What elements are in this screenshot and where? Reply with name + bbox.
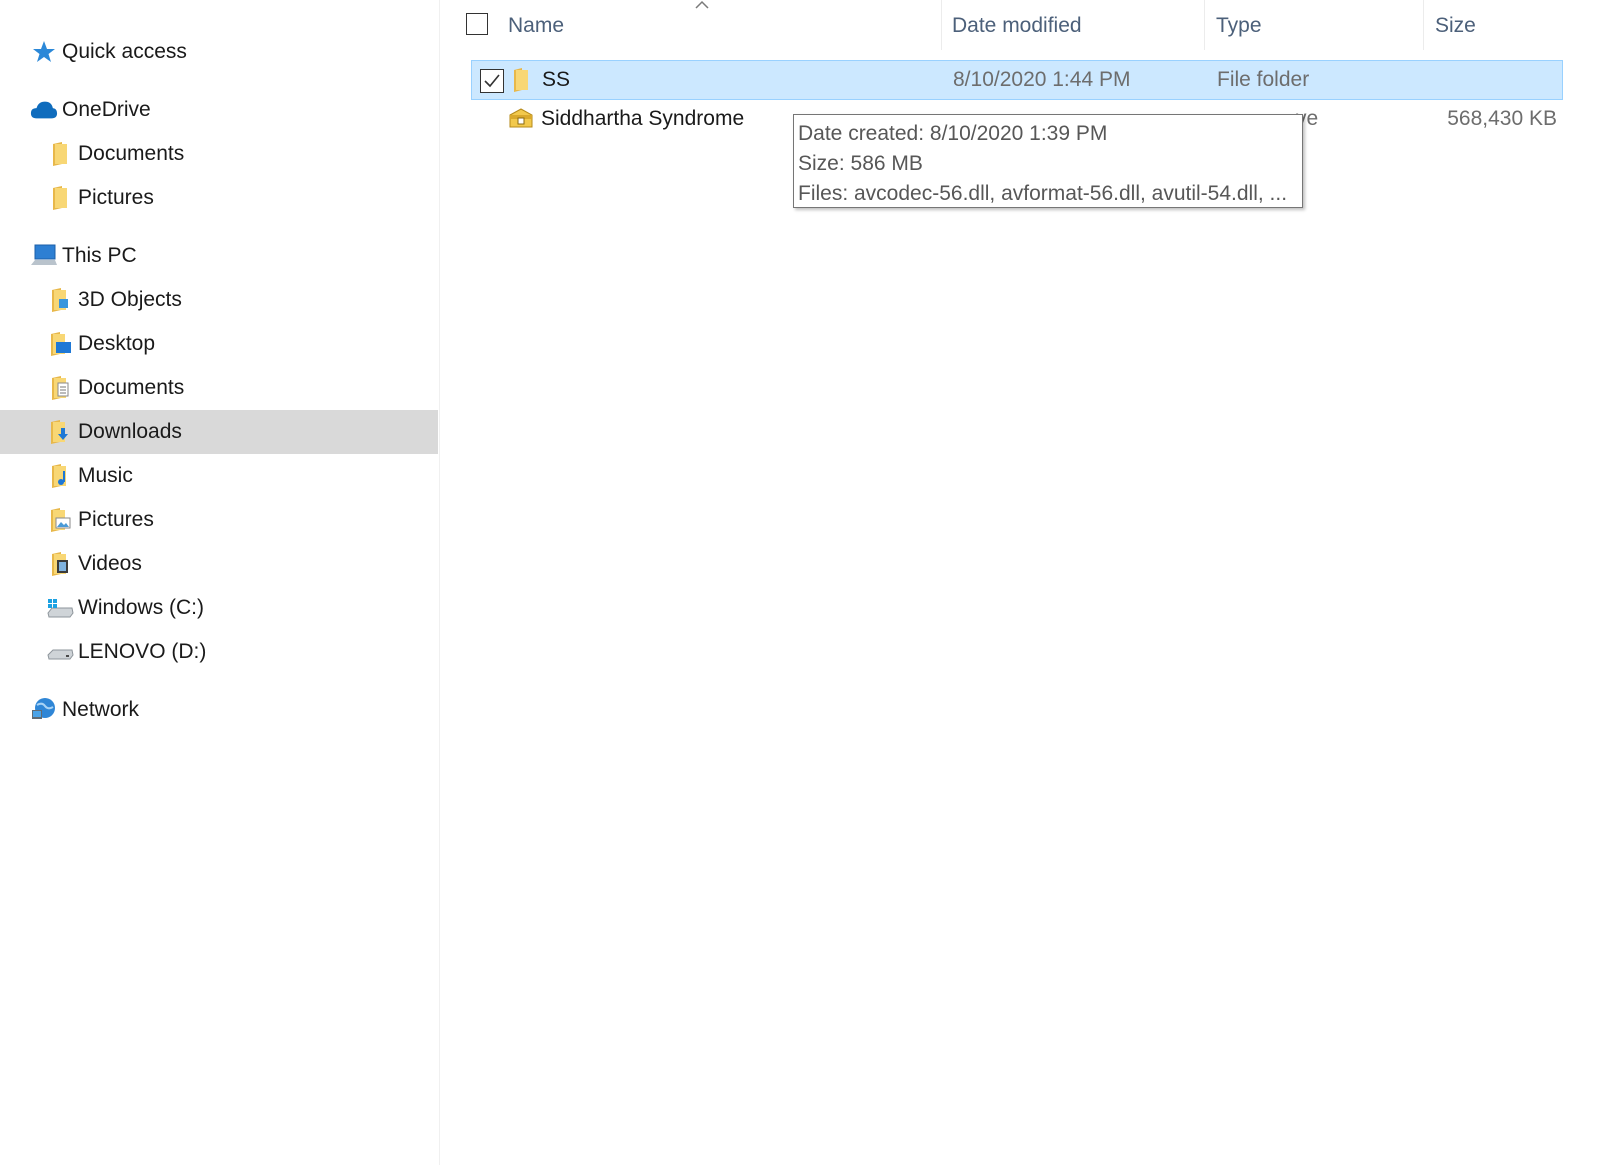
tooltip-date-created: Date created: 8/10/2020 1:39 PM [798,122,1108,145]
column-divider[interactable] [1423,0,1424,50]
star-icon [30,38,58,66]
nav-label: Pictures [78,186,154,209]
column-header-type[interactable]: Type [1216,0,1416,52]
file-row[interactable]: SS 8/10/2020 1:44 PM File folder [471,60,1563,100]
folder-icon [46,184,74,212]
column-header-bar: Name Date modified Type Size [441,0,1600,52]
nav-3d-objects[interactable]: 3D Objects [0,278,438,322]
column-header-name[interactable]: Name [508,0,938,52]
nav-label: Network [62,698,140,721]
documents-folder-icon [46,374,74,402]
column-header-label: Name [508,14,565,37]
file-list-empty-area[interactable] [441,145,1600,1165]
nav-label: Downloads [78,420,182,443]
file-name: SS [542,68,571,91]
3d-objects-folder-icon [46,286,74,314]
downloads-folder-icon [46,418,74,446]
nav-pictures[interactable]: Pictures [0,498,438,542]
computer-icon [30,242,58,270]
column-divider[interactable] [1204,0,1205,50]
tooltip-size: Size: 586 MB [798,152,923,175]
nav-documents[interactable]: Documents [0,366,438,410]
nav-label: Documents [78,376,185,399]
desktop-folder-icon [46,330,74,358]
nav-label: Documents [78,142,185,165]
nav-this-pc[interactable]: This PC [0,234,438,278]
nav-label: LENOVO (D:) [78,640,207,663]
drive-icon [46,638,74,666]
nav-quick-access[interactable]: Quick access [0,30,438,74]
nav-music[interactable]: Music [0,454,438,498]
nav-downloads[interactable]: Downloads [0,410,438,454]
navigation-pane: Quick access OneDrive Documents Pictures… [0,0,440,1165]
nav-videos[interactable]: Videos [0,542,438,586]
nav-label: Videos [78,552,142,575]
nav-label: OneDrive [62,98,151,121]
tooltip-files: Files: avcodec-56.dll, avformat-56.dll, … [798,182,1288,205]
column-header-size[interactable]: Size [1435,0,1595,52]
folder-icon [508,66,536,94]
row-checkbox[interactable] [480,69,504,93]
nav-onedrive-pictures[interactable]: Pictures [0,176,438,220]
nav-windows-c[interactable]: Windows (C:) [0,586,438,630]
nav-label: Quick access [62,40,187,63]
windows-drive-icon [46,594,74,622]
nav-network[interactable]: Network [0,688,438,732]
folder-info-tooltip: Date created: 8/10/2020 1:39 PM Size: 58… [793,114,1303,208]
column-header-label: Date modified [952,14,1082,37]
cloud-icon [30,96,58,124]
column-header-date-modified[interactable]: Date modified [952,0,1202,52]
select-all-checkbox[interactable] [466,13,488,35]
nav-label: Pictures [78,508,154,531]
nav-label: Desktop [78,332,156,355]
nav-label: This PC [62,244,137,267]
file-name: Siddhartha Syndrome [541,107,745,130]
pictures-folder-icon [46,506,74,534]
folder-icon [46,140,74,168]
nav-onedrive-documents[interactable]: Documents [0,132,438,176]
column-header-label: Size [1435,14,1476,37]
nav-label: Windows (C:) [78,596,205,619]
file-size: 568,430 KB [1447,107,1557,130]
checkmark-icon [484,74,500,88]
file-date-modified: 8/10/2020 1:44 PM [953,68,1131,91]
file-type: File folder [1217,68,1310,91]
videos-folder-icon [46,550,74,578]
column-divider[interactable] [941,0,942,50]
nav-lenovo-d[interactable]: LENOVO (D:) [0,630,438,674]
column-header-label: Type [1216,14,1262,37]
music-folder-icon [46,462,74,490]
nav-desktop[interactable]: Desktop [0,322,438,366]
nav-onedrive[interactable]: OneDrive [0,88,438,132]
nav-label: Music [78,464,133,487]
nav-label: 3D Objects [78,288,182,311]
zip-archive-icon [507,105,535,133]
network-icon [30,696,58,724]
